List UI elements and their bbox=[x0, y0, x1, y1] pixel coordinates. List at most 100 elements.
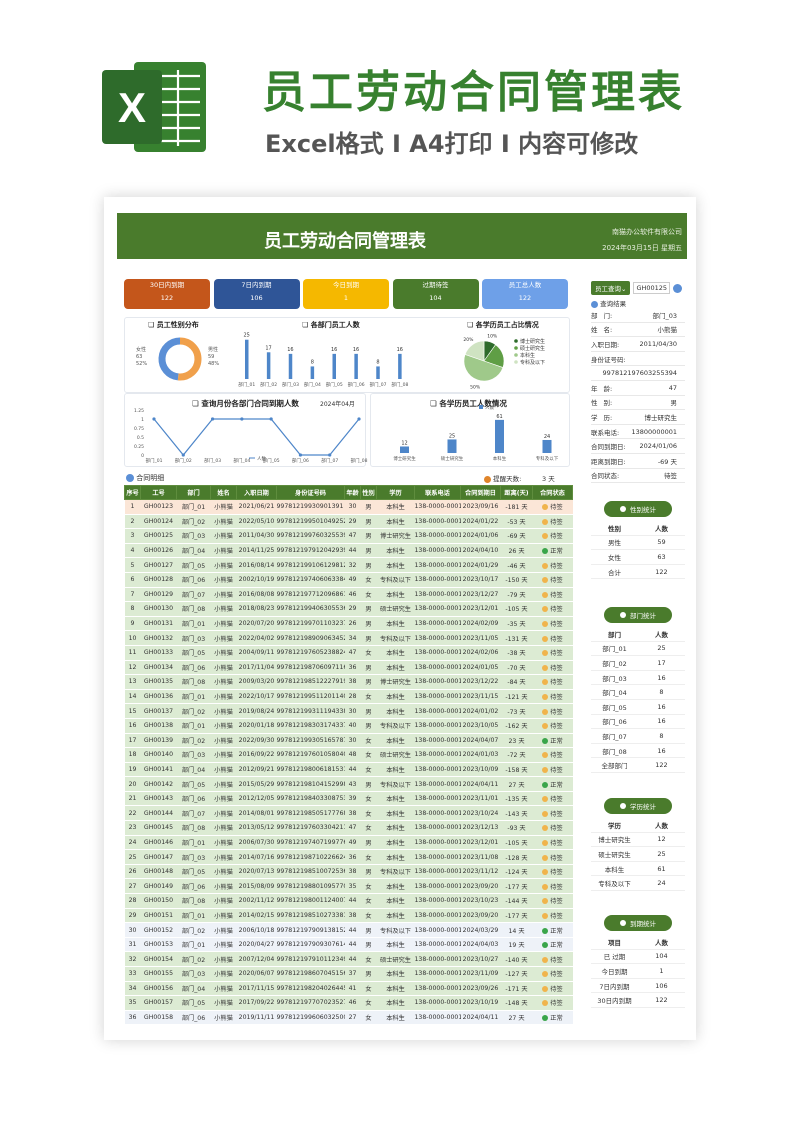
table-cell: 2023/12/27 bbox=[460, 587, 501, 603]
table-cell: 2014/07/16 bbox=[236, 849, 277, 865]
cell-text: 34 bbox=[128, 984, 137, 992]
table-row[interactable]: 20 GH00142 部门_05 小熊猫 2015/05/29 9978121981041… bbox=[124, 776, 573, 792]
stats-head-cell: 性别 bbox=[608, 524, 621, 533]
table-row[interactable]: 33 GH00155 部门_03 小熊猫 2020/06/07 9978121986070… bbox=[124, 966, 573, 982]
table-row[interactable]: 23 GH00145 部门_08 小熊猫 2013/05/12 9978121976033… bbox=[124, 820, 573, 836]
legend-swatch bbox=[479, 405, 483, 409]
table-row[interactable]: 9 GH00131 部门_01 小熊猫 2020/07/20 99781219970110… bbox=[124, 616, 573, 632]
table-row[interactable]: 1 GH00123 部门_01 小熊猫 2021/06/21 99781219930901… bbox=[124, 499, 573, 515]
cell-text: 待签 bbox=[550, 650, 563, 658]
gender-label: 63 bbox=[136, 354, 142, 360]
query-id-input[interactable]: GH00125 bbox=[633, 282, 671, 294]
table-row[interactable]: 28 GH00150 部门_08 小熊猫 2002/11/12 9978121980011… bbox=[124, 893, 573, 909]
table-row[interactable]: 19 GH00141 部门_04 小熊猫 2012/09/21 9978121980061… bbox=[124, 762, 573, 778]
query-field-label: 入职日期: bbox=[591, 339, 625, 349]
query-dropdown[interactable]: 员工查询⌄ bbox=[591, 281, 631, 295]
table-row[interactable]: 5 GH00127 部门_05 小熊猫 2016/08/14 99781219910612… bbox=[124, 557, 573, 573]
table-cell: 2024/01/22 bbox=[460, 514, 501, 530]
cell-text: 小熊猫 bbox=[214, 621, 233, 629]
table-row[interactable]: 13 GH00135 部门_08 小熊猫 2009/03/20 9978121985122… bbox=[124, 674, 573, 690]
stats-cell: 8 bbox=[659, 731, 664, 740]
table-row[interactable]: 22 GH00144 部门_07 小熊猫 2014/08/01 9978121985051… bbox=[124, 805, 573, 822]
table-row[interactable]: 8 GH00130 部门_08 小熊猫 2018/08/23 99781219940630… bbox=[124, 601, 573, 617]
pending-icon bbox=[542, 971, 549, 978]
cell-text: GH00129 bbox=[143, 590, 174, 598]
cell-text: 男 bbox=[365, 606, 372, 614]
table-row[interactable]: 26 GH00148 部门_05 小熊猫 2020/07/13 9978121985100… bbox=[124, 864, 573, 880]
table-cell: 2017/11/15 bbox=[236, 981, 277, 997]
table-row[interactable]: 7 GH00129 部门_07 小熊猫 2016/08/08 99781219771209… bbox=[124, 587, 573, 603]
table-row[interactable]: 36 GH00158 部门_06 小熊猫 2019/11/11 9978121996060… bbox=[124, 1010, 573, 1026]
table-row[interactable]: 3 GH00125 部门_03 小熊猫 2011/04/30 99781219976032… bbox=[124, 528, 573, 544]
table-row[interactable]: 29 GH00151 部门_01 小熊猫 2014/02/15 9978121985102… bbox=[124, 908, 573, 924]
table-row[interactable]: 12 GH00134 部门_06 小熊猫 2017/11/04 9978121987060… bbox=[124, 660, 573, 676]
table-cell: 本科生 bbox=[376, 849, 415, 865]
cell-text: 2023/09/20 bbox=[462, 911, 499, 919]
table-row[interactable]: 21 GH00143 部门_06 小熊猫 2012/12/05 9978121984033… bbox=[124, 791, 573, 807]
table-row[interactable]: 6 GH00128 部门_06 小熊猫 2002/10/19 99781219740606… bbox=[124, 572, 573, 588]
cell-text: -131 天 bbox=[505, 635, 528, 643]
edu-legend-label: 专科及以下 bbox=[520, 359, 545, 366]
table-row[interactable]: 32 GH00154 部门_02 小熊猫 2007/12/04 9978121979101… bbox=[124, 951, 573, 967]
table-cell: 2023/11/05 bbox=[460, 630, 501, 646]
table-row[interactable]: 4 GH00126 部门_04 小熊猫 2014/11/25 99781219791204… bbox=[124, 543, 573, 559]
table-header-row: 序号 工号 部门 姓名 入职日期 身份证号码 年龄 性别 学历 联系电话 合同到期日 距离(天) 合同状… bbox=[124, 485, 573, 500]
table-cell: GH00145 bbox=[140, 820, 177, 836]
stats-block: 学历统计 学历 人数 博士研究生 12 硕士研究生 25 本科生 61 专科及以下 24 bbox=[591, 798, 685, 891]
table-cell: 997812198006181531 bbox=[276, 762, 345, 778]
check-icon bbox=[542, 737, 549, 744]
table-cell: 小熊猫 bbox=[210, 776, 237, 792]
table-cell: 138-0000-0001 bbox=[414, 908, 461, 924]
table-row[interactable]: 2 GH00124 部门_02 小熊猫 2022/05/10 99781219950104… bbox=[124, 514, 573, 530]
table-row[interactable]: 11 GH00133 部门_05 小熊猫 2004/09/11 9978121976052… bbox=[124, 645, 573, 661]
table-row[interactable]: 15 GH00137 部门_02 小熊猫 2019/08/24 9978121993111… bbox=[124, 703, 573, 719]
kpi-label: 今日到期 bbox=[333, 281, 359, 289]
cell-text: 28 bbox=[348, 693, 357, 701]
stats-head-cell: 学历 bbox=[608, 821, 621, 830]
cell-text: 男 bbox=[365, 635, 372, 643]
table-cell: 本科生 bbox=[376, 791, 415, 807]
table-row[interactable]: 16 GH00138 部门_01 小熊猫 2020/01/18 9978121983031… bbox=[124, 718, 573, 734]
table-row[interactable]: 25 GH00147 部门_03 小熊猫 2014/07/16 9978121987102… bbox=[124, 849, 573, 865]
table-cell: 35 bbox=[124, 995, 141, 1011]
table-row[interactable]: 27 GH00149 部门_06 小熊猫 2015/08/09 9978121988010… bbox=[124, 878, 573, 895]
reminder-value[interactable]: 3 天 bbox=[542, 473, 555, 483]
cell-text: 男 bbox=[365, 533, 372, 541]
gender-label: 男性 bbox=[208, 346, 218, 353]
table-row[interactable]: 14 GH00136 部门_01 小熊猫 2022/10/17 9978121995112… bbox=[124, 689, 573, 705]
table-row[interactable]: 31 GH00153 部门_01 小熊猫 2020/04/27 9978121979093… bbox=[124, 937, 573, 953]
query-field-row: 年龄: 47 bbox=[591, 381, 685, 396]
table-row[interactable]: 30 GH00152 部门_02 小熊猫 2006/10/18 9978121979091… bbox=[124, 922, 573, 938]
table-cell: 部门_08 bbox=[176, 820, 211, 836]
cell-text: 46 bbox=[348, 590, 357, 598]
pending-icon bbox=[542, 694, 549, 701]
table-cell: GH00140 bbox=[140, 747, 177, 763]
table-cell: -72 天 bbox=[500, 747, 533, 763]
table-row[interactable]: 24 GH00146 部门_01 小熊猫 2006/07/30 9978121974071… bbox=[124, 835, 573, 851]
label-part: 龄: bbox=[603, 384, 613, 393]
cell-text: 部门_03 bbox=[181, 752, 206, 760]
table-row[interactable]: 18 GH00140 部门_03 小熊猫 2016/09/22 9978121976010… bbox=[124, 747, 573, 763]
contract-table: 序号 工号 部门 姓名 入职日期 身份证号码 年龄 性别 学历 联系电话 合同到期日 距离(天) 合同状… bbox=[124, 485, 573, 1026]
table-cell: -143 天 bbox=[500, 805, 533, 822]
table-cell: 正常 bbox=[532, 937, 573, 953]
table-row[interactable]: 34 GH00156 部门_04 小熊猫 2017/11/15 9978121982040… bbox=[124, 981, 573, 997]
table-cell: 138-0000-0001 bbox=[414, 703, 461, 719]
table-cell: 2020/07/13 bbox=[236, 864, 277, 880]
table-cell: 138-0000-0001 bbox=[414, 937, 461, 953]
table-row[interactable]: 35 GH00157 部门_05 小熊猫 2017/09/22 9978121977070… bbox=[124, 995, 573, 1011]
cell-text: 小熊猫 bbox=[214, 796, 233, 804]
query-field-value: 2024/01/06 bbox=[639, 442, 677, 451]
table-cell: 部门_06 bbox=[176, 791, 211, 807]
table-cell: 3 bbox=[124, 528, 141, 544]
search-icon[interactable] bbox=[673, 283, 683, 293]
column-header: 姓名 bbox=[210, 485, 237, 500]
table-cell: 35 bbox=[344, 878, 361, 895]
cell-text: 2022/04/02 bbox=[238, 634, 275, 642]
table-row[interactable]: 10 GH00132 部门_03 小熊猫 2022/04/02 9978121989090… bbox=[124, 630, 573, 646]
cell-text: 部门_01 bbox=[181, 621, 206, 629]
cell-text: 待签 bbox=[550, 898, 563, 906]
table-cell: 正常 bbox=[532, 733, 573, 749]
table-row[interactable]: 17 GH00139 部门_02 小熊猫 2022/09/30 9978121993051… bbox=[124, 733, 573, 749]
table-cell: 本科生 bbox=[376, 908, 415, 924]
